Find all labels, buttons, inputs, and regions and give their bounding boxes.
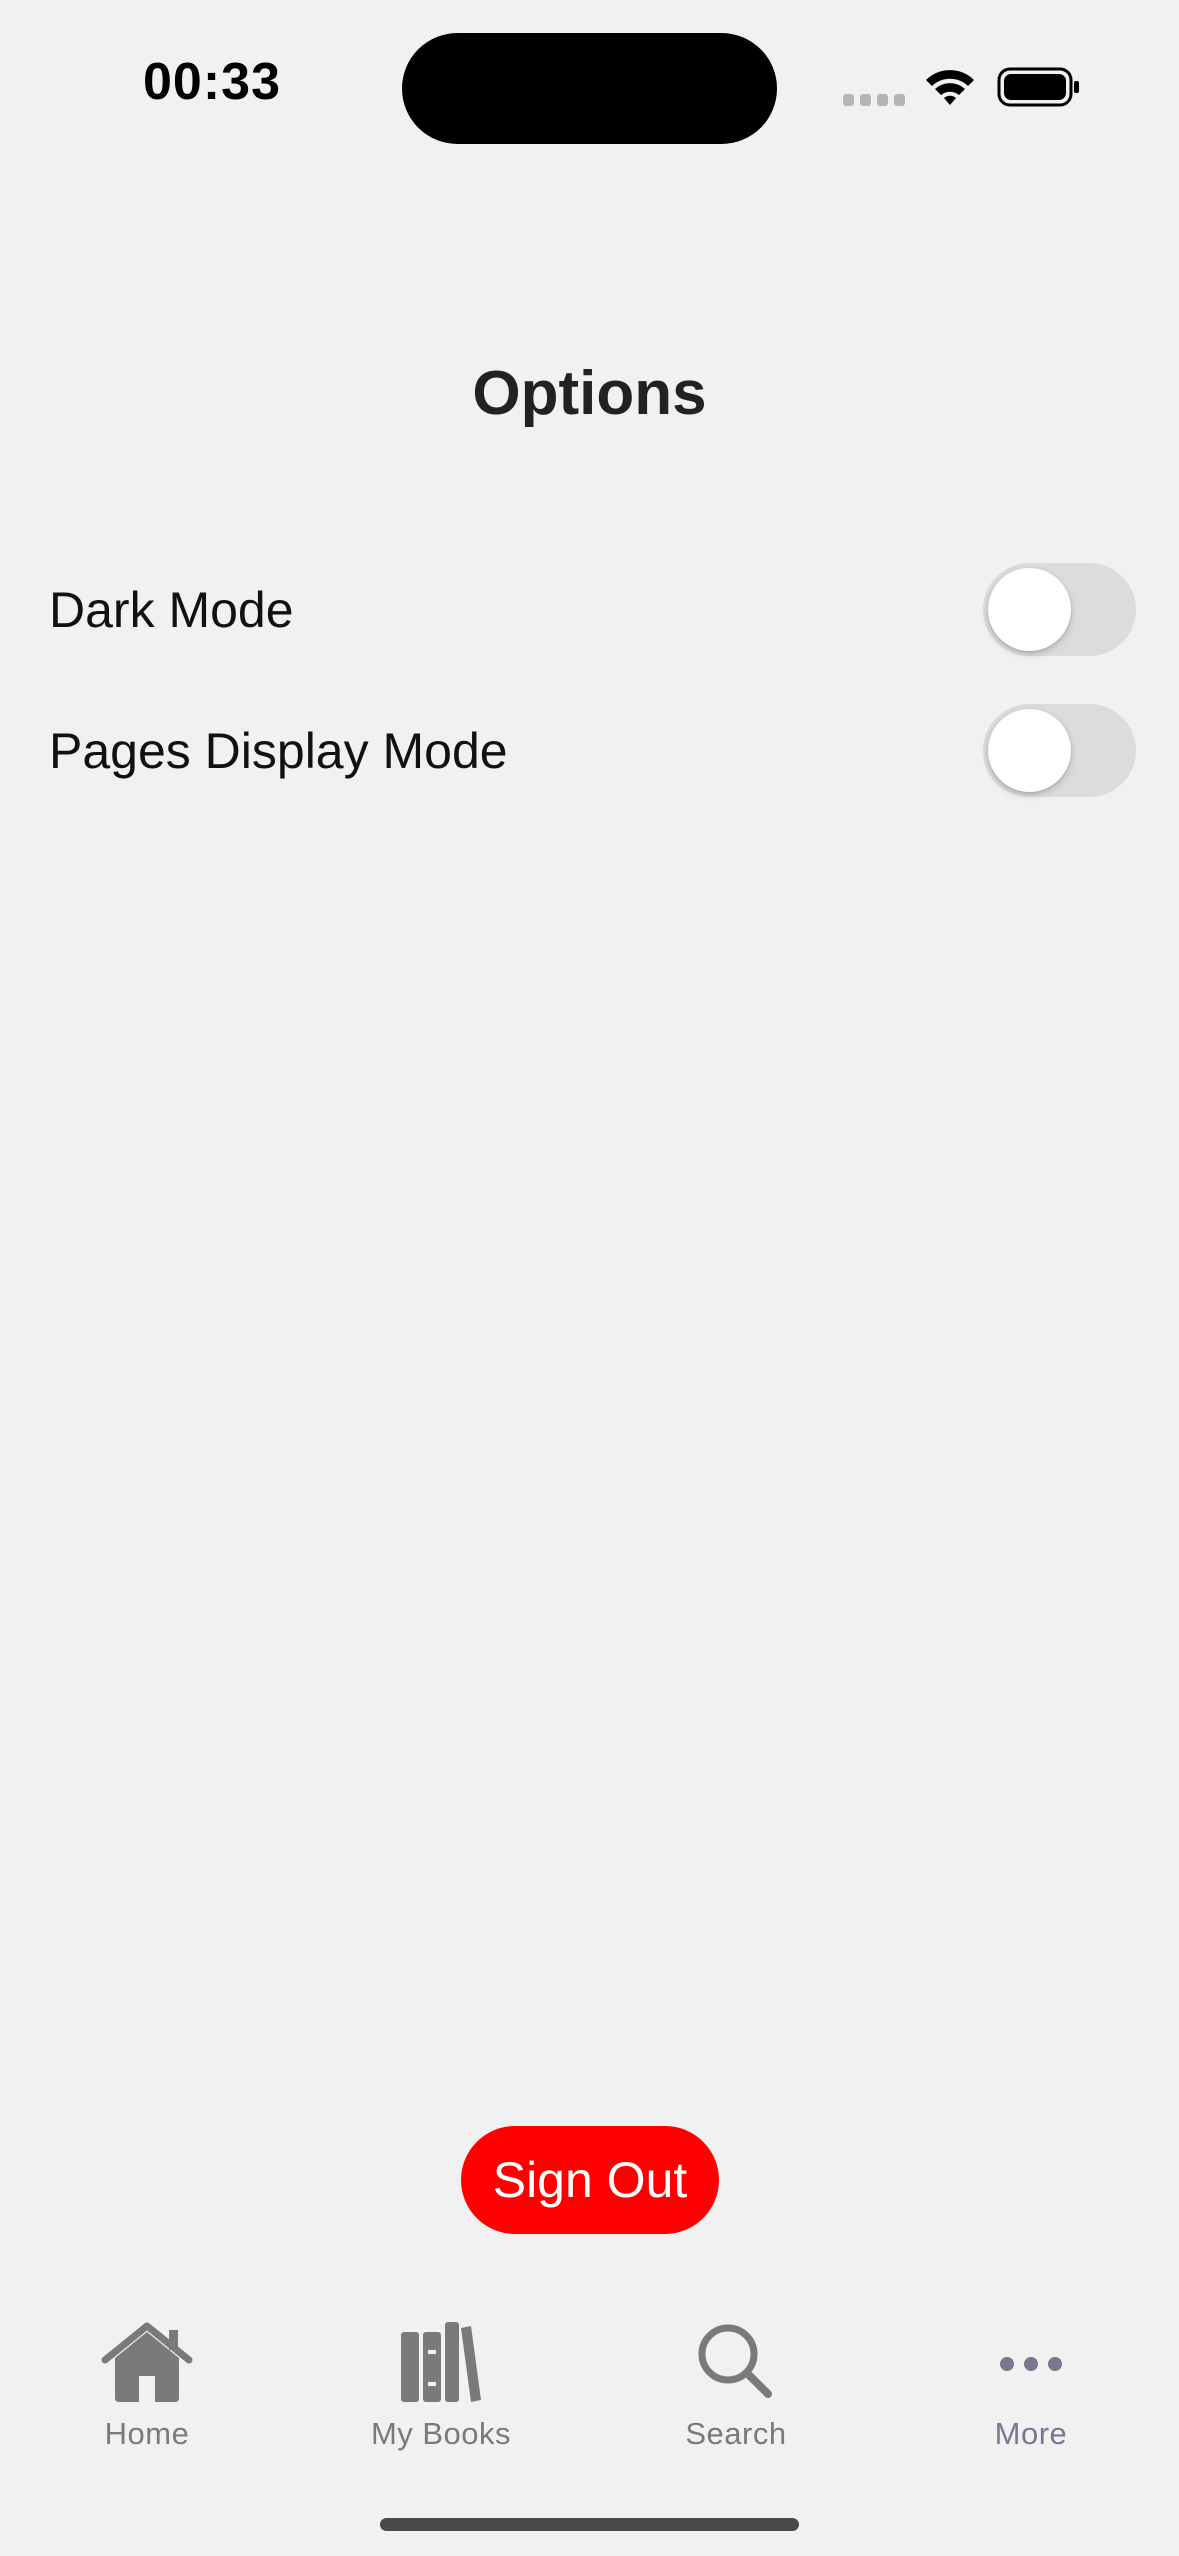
pages-display-mode-toggle[interactable] — [983, 704, 1136, 797]
status-time: 00:33 — [143, 53, 281, 111]
wifi-icon — [926, 70, 974, 105]
tab-search[interactable]: Search — [589, 2300, 883, 2460]
home-indicator — [380, 2518, 799, 2531]
tab-label: More — [994, 2416, 1068, 2451]
tab-label: Home — [104, 2416, 190, 2451]
cellular-signal-icon — [843, 94, 905, 106]
tab-my-books[interactable]: My Books — [294, 2300, 588, 2460]
books-icon — [401, 2322, 481, 2402]
search-icon — [698, 2324, 772, 2398]
tab-home[interactable]: Home — [0, 2300, 294, 2460]
home-icon — [101, 2322, 193, 2402]
option-label: Dark Mode — [49, 582, 294, 638]
option-label: Pages Display Mode — [49, 723, 508, 779]
option-dark-mode: Dark Mode — [0, 563, 1179, 659]
tab-bar: Home My Books Search More — [0, 2300, 1179, 2480]
page-title: Options — [472, 359, 707, 428]
tab-more[interactable]: More — [884, 2300, 1178, 2460]
status-bar: 00:33 — [0, 0, 1179, 180]
tab-label: Search — [685, 2416, 787, 2451]
dynamic-island — [402, 33, 777, 144]
more-icon — [1000, 2357, 1062, 2371]
option-pages-display-mode: Pages Display Mode — [0, 704, 1179, 800]
tab-label: My Books — [370, 2416, 512, 2451]
sign-out-button[interactable]: Sign Out — [461, 2126, 719, 2234]
dark-mode-toggle[interactable] — [983, 563, 1136, 656]
toggle-knob — [988, 568, 1071, 651]
toggle-knob — [988, 709, 1071, 792]
battery-icon — [997, 67, 1079, 107]
